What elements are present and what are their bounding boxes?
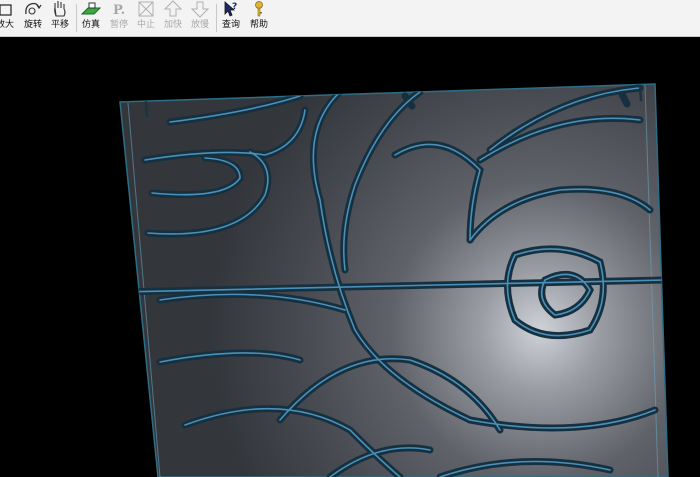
zoom-button[interactable]: 放大 — [0, 0, 16, 34]
query-button[interactable]: ? 查询 — [219, 0, 243, 34]
pause-icon: P. — [113, 3, 125, 18]
slow-down-label: 放慢 — [190, 20, 209, 30]
help-button[interactable]: 帮助 — [247, 0, 271, 34]
speed-up-icon — [163, 0, 183, 17]
rotate-button[interactable]: 旋转 — [21, 0, 45, 34]
query-icon: ? — [224, 1, 237, 17]
simulate-label: 仿真 — [81, 20, 100, 30]
stop-button[interactable]: 中止 — [134, 0, 158, 34]
slow-down-icon — [190, 1, 210, 18]
pause-label: 暂停 — [109, 20, 128, 30]
simulation-viewport[interactable] — [0, 37, 700, 477]
toolbar-separator — [216, 4, 217, 32]
pause-button[interactable]: P. 暂停 — [107, 0, 131, 34]
zoom-icon — [0, 4, 12, 16]
pan-hand-icon — [54, 1, 66, 17]
query-label: 查询 — [221, 20, 240, 30]
toolbar-separator — [76, 4, 77, 32]
rotate-label: 旋转 — [23, 20, 42, 30]
rotate-icon — [25, 2, 42, 15]
machined-panel-3d-view — [119, 83, 669, 477]
slow-down-button[interactable]: 放慢 — [188, 0, 212, 34]
simulate-button[interactable]: 仿真 — [79, 0, 103, 34]
svg-text:?: ? — [232, 2, 237, 12]
help-label: 帮助 — [249, 20, 268, 30]
svg-text:P.: P. — [113, 3, 125, 18]
stop-icon — [138, 1, 154, 17]
help-icon — [255, 1, 263, 17]
speed-up-button[interactable]: 加快 — [161, 0, 185, 34]
pan-button[interactable]: 平移 — [48, 0, 72, 34]
simulate-icon — [80, 2, 102, 15]
stop-label: 中止 — [136, 20, 155, 30]
speed-up-label: 加快 — [163, 20, 182, 30]
pan-label: 平移 — [50, 20, 69, 30]
toolbar: 放大 旋转 平移 仿真 P. 暂停 中止 加快 放慢 ? 查询 帮助 — [0, 0, 700, 37]
zoom-label: 放大 — [0, 20, 14, 30]
